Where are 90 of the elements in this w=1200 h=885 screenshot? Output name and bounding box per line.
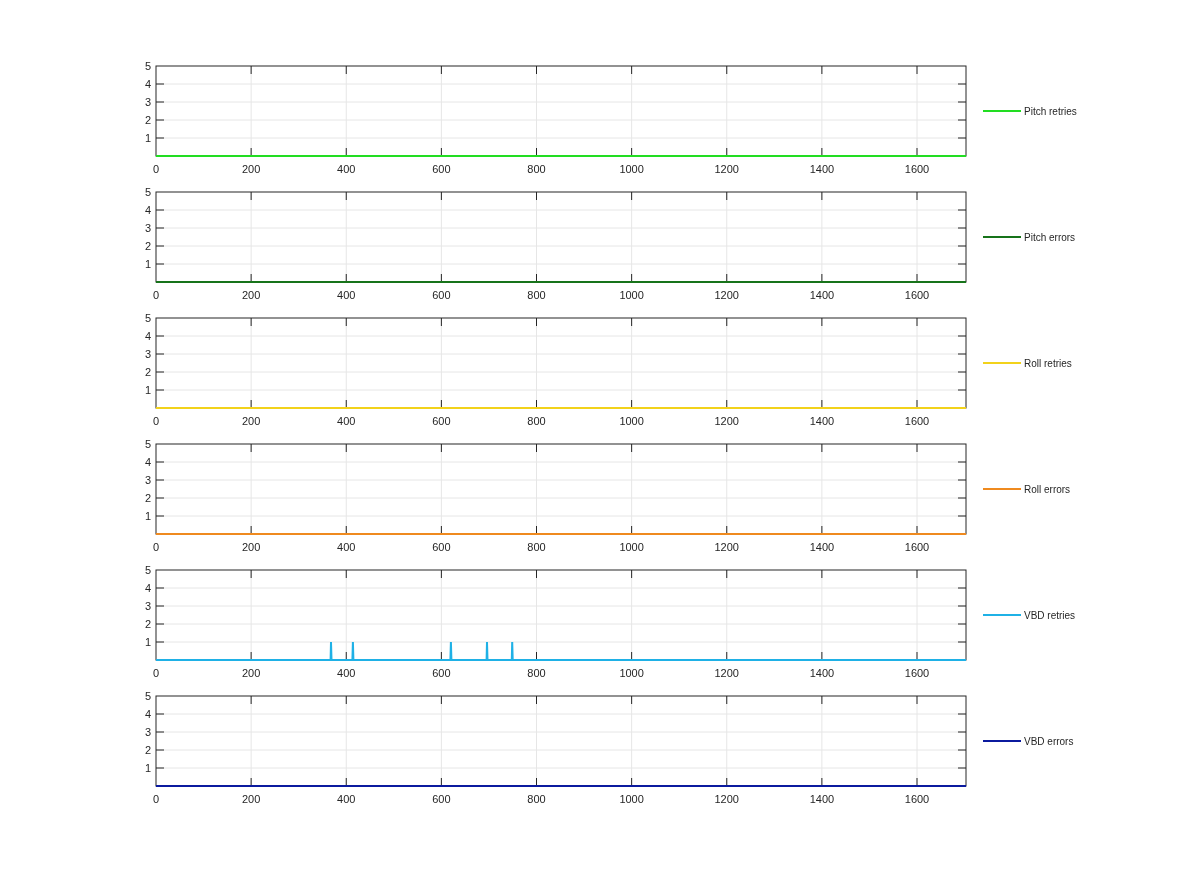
y-tick-label: 3 xyxy=(144,348,151,360)
y-tick-label: 5 xyxy=(144,312,151,324)
y-tick-label: 2 xyxy=(144,366,151,378)
y-tick-label: 2 xyxy=(144,618,151,630)
x-tick-label: 600 xyxy=(432,793,451,805)
x-tick-label: 1600 xyxy=(904,541,930,553)
y-tick-label: 4 xyxy=(144,708,151,720)
x-tick-label: 200 xyxy=(241,667,261,679)
x-tick-label: 0 xyxy=(152,289,160,301)
x-tick-label: 1600 xyxy=(904,415,930,427)
x-tick-label: 1000 xyxy=(619,163,644,175)
legend-label: Roll errors xyxy=(1024,484,1071,495)
y-tick-label: 5 xyxy=(144,186,151,198)
x-tick-label: 600 xyxy=(432,163,451,175)
y-tick-label: 3 xyxy=(144,600,151,612)
x-tick-label: 0 xyxy=(152,415,160,427)
x-tick-label: 1600 xyxy=(904,289,930,301)
x-tick-label: 600 xyxy=(432,541,451,553)
x-tick-label: 800 xyxy=(527,289,546,301)
y-tick-label: 1 xyxy=(144,384,151,396)
x-tick-label: 400 xyxy=(337,667,356,679)
legend-label: VBD retries xyxy=(1024,610,1076,621)
y-tick-label: 2 xyxy=(144,240,151,252)
x-tick-label: 400 xyxy=(337,163,356,175)
y-tick-label: 1 xyxy=(144,636,151,648)
y-tick-label: 3 xyxy=(144,222,151,234)
legend-label: Roll retries xyxy=(1024,358,1072,369)
x-tick-label: 0 xyxy=(152,667,160,679)
x-tick-label: 400 xyxy=(337,415,356,427)
x-tick-label: 200 xyxy=(241,541,261,553)
legend-label: Pitch errors xyxy=(1024,232,1076,243)
x-tick-label: 0 xyxy=(152,163,160,175)
legend-label: Pitch retries xyxy=(1024,106,1077,117)
y-tick-label: 4 xyxy=(144,582,151,594)
x-tick-label: 1200 xyxy=(714,163,739,175)
y-tick-label: 1 xyxy=(144,762,151,774)
x-tick-label: 200 xyxy=(241,289,261,301)
x-tick-label: 1000 xyxy=(619,289,644,301)
y-tick-label: 4 xyxy=(144,78,151,90)
y-tick-label: 2 xyxy=(144,492,151,504)
x-tick-label: 1400 xyxy=(809,289,835,301)
x-tick-label: 1600 xyxy=(904,667,930,679)
x-tick-label: 1200 xyxy=(714,667,739,679)
x-tick-label: 200 xyxy=(241,793,261,805)
y-tick-label: 3 xyxy=(144,474,151,486)
x-tick-label: 400 xyxy=(337,793,356,805)
x-tick-label: 600 xyxy=(432,667,451,679)
x-tick-label: 1200 xyxy=(714,541,739,553)
x-tick-label: 1400 xyxy=(809,541,835,553)
x-tick-label: 800 xyxy=(527,163,546,175)
x-tick-label: 400 xyxy=(337,289,356,301)
y-tick-label: 1 xyxy=(144,258,151,270)
x-tick-label: 800 xyxy=(527,541,546,553)
x-tick-label: 800 xyxy=(527,667,546,679)
x-tick-label: 600 xyxy=(432,289,451,301)
y-tick-label: 5 xyxy=(144,438,151,450)
y-tick-label: 1 xyxy=(144,132,151,144)
x-tick-label: 1000 xyxy=(619,541,644,553)
x-tick-label: 400 xyxy=(337,541,356,553)
x-tick-label: 1600 xyxy=(904,163,930,175)
x-tick-label: 200 xyxy=(241,163,261,175)
x-tick-label: 600 xyxy=(432,415,451,427)
x-tick-label: 1200 xyxy=(714,415,739,427)
x-tick-label: 200 xyxy=(241,415,261,427)
y-tick-label: 2 xyxy=(144,114,151,126)
x-tick-label: 1200 xyxy=(714,793,739,805)
x-tick-label: 1000 xyxy=(619,415,644,427)
y-tick-label: 4 xyxy=(144,330,151,342)
x-tick-label: 1400 xyxy=(809,163,835,175)
x-tick-label: 800 xyxy=(527,415,546,427)
x-tick-label: 1000 xyxy=(619,667,644,679)
y-tick-label: 5 xyxy=(144,690,151,702)
x-tick-label: 1200 xyxy=(714,289,739,301)
x-tick-label: 1600 xyxy=(904,793,930,805)
y-tick-label: 4 xyxy=(144,456,151,468)
y-tick-label: 5 xyxy=(144,564,151,576)
y-tick-label: 2 xyxy=(144,744,151,756)
x-tick-label: 1400 xyxy=(809,667,835,679)
x-tick-label: 1400 xyxy=(809,415,835,427)
x-tick-label: 1000 xyxy=(619,793,644,805)
x-tick-label: 0 xyxy=(152,541,160,553)
y-tick-label: 1 xyxy=(144,510,151,522)
y-tick-label: 3 xyxy=(144,96,151,108)
legend-label: VBD errors xyxy=(1024,736,1074,747)
x-tick-label: 1400 xyxy=(809,793,835,805)
y-tick-label: 5 xyxy=(144,60,151,72)
x-tick-label: 800 xyxy=(527,793,546,805)
x-tick-label: 0 xyxy=(152,793,160,805)
y-tick-label: 4 xyxy=(144,204,151,216)
y-tick-label: 3 xyxy=(144,726,151,738)
